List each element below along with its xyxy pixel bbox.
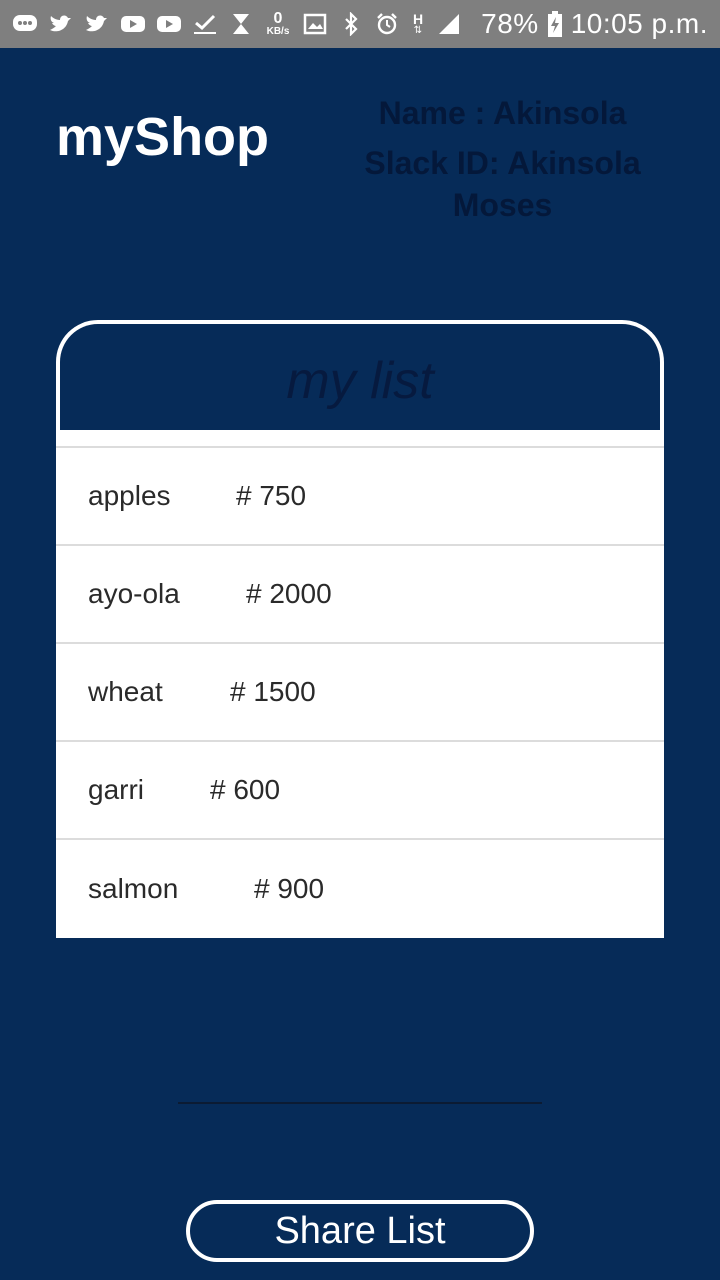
gallery-icon	[302, 11, 328, 37]
item-price: # 600	[210, 774, 281, 805]
share-list-button[interactable]: Share List	[186, 1200, 534, 1262]
shopping-list-card: my list apples # 750 ayo-ola # 2000 whea…	[56, 320, 664, 938]
item-price: # 1500	[230, 676, 316, 707]
alarm-icon	[374, 11, 400, 37]
item-price: # 750	[236, 480, 307, 511]
item-price: # 2000	[246, 578, 332, 609]
list-header-title: my list	[286, 352, 434, 410]
list-top-divider	[56, 430, 664, 448]
data-speed-value: 0	[273, 10, 283, 27]
status-bar: 0 KB/s H ⇅ 78% 10:05 p.m.	[0, 0, 720, 48]
item-name: apples	[88, 480, 171, 511]
twitter-icon	[84, 11, 110, 37]
item-name: ayo-ola	[88, 578, 180, 609]
list-body: apples # 750 ayo-ola # 2000 wheat # 1500…	[56, 430, 664, 938]
list-item[interactable]: salmon # 900	[56, 840, 664, 938]
network-arrows-icon: ⇅	[413, 25, 423, 36]
twitter-icon	[48, 11, 74, 37]
list-header: my list	[56, 320, 664, 434]
messages-icon	[12, 11, 38, 37]
network-h-icon: H ⇅	[410, 11, 426, 37]
network-type: H	[412, 11, 424, 27]
item-name: garri	[88, 774, 145, 805]
clock: 10:05 p.m.	[570, 8, 708, 39]
youtube-icon	[120, 11, 146, 37]
download-done-icon	[192, 11, 218, 37]
data-speed-icon: 0 KB/s	[264, 11, 292, 37]
battery-charging-icon	[547, 11, 563, 37]
list-item[interactable]: ayo-ola # 2000	[56, 546, 664, 644]
hourglass-icon	[228, 11, 254, 37]
app-title: myShop	[56, 107, 270, 167]
item-name: wheat	[88, 676, 163, 707]
signal-icon	[436, 11, 462, 37]
list-item[interactable]: garri # 600	[56, 742, 664, 840]
share-list-label: Share List	[274, 1209, 446, 1252]
user-info: Name : Akinsola Slack ID: Akinsola Moses	[340, 92, 665, 234]
battery-percent: 78%	[481, 8, 539, 39]
user-name: Name : Akinsola	[378, 95, 627, 131]
input-underline[interactable]	[178, 1102, 542, 1104]
item-price: # 900	[254, 873, 325, 904]
list-item[interactable]: wheat # 1500	[56, 644, 664, 742]
list-item[interactable]: apples # 750	[56, 448, 664, 546]
item-name: salmon	[88, 873, 179, 904]
bluetooth-icon	[338, 11, 364, 37]
slack-id: Slack ID: Akinsola Moses	[364, 145, 641, 223]
data-speed-unit: KB/s	[266, 26, 290, 37]
youtube-icon	[156, 11, 182, 37]
